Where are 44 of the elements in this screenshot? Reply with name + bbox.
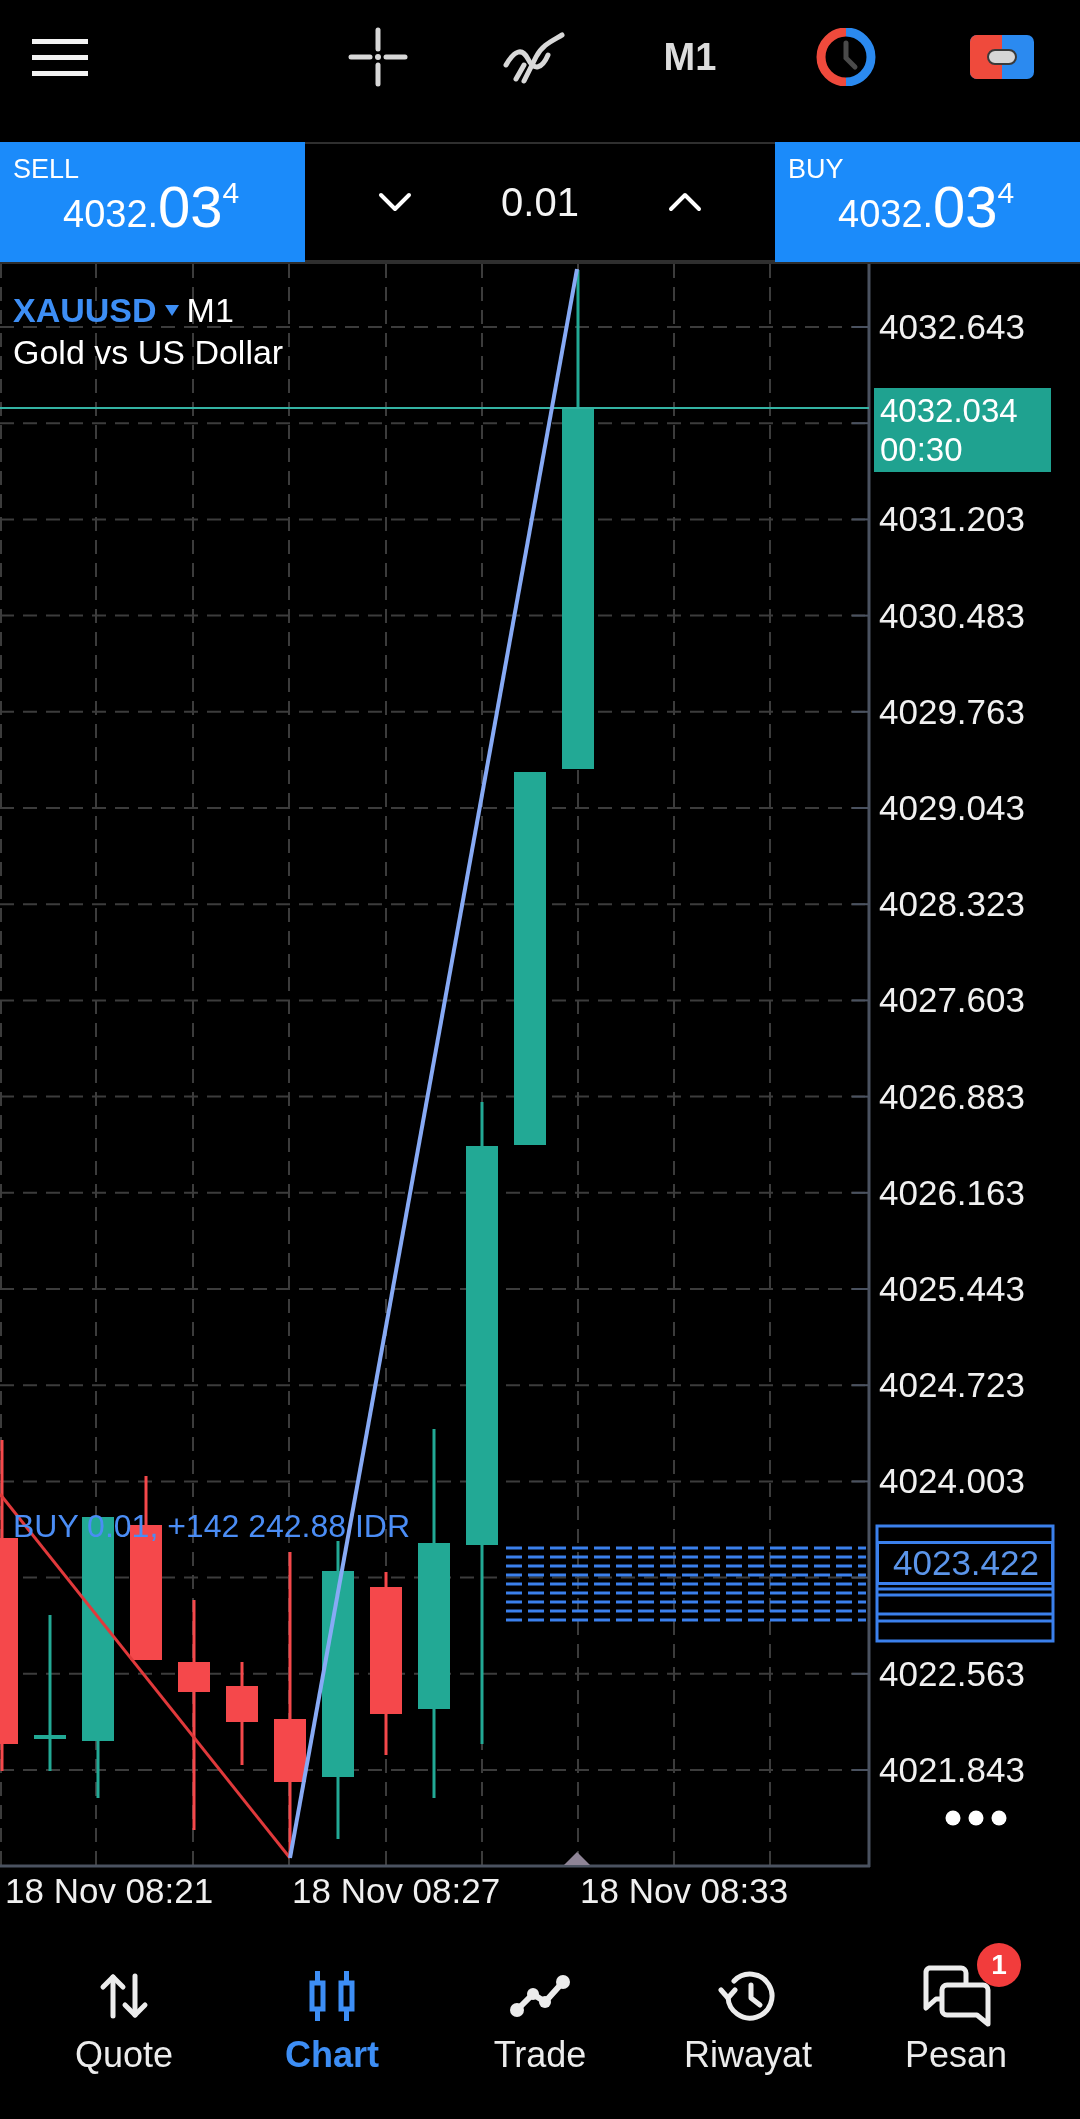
line-chart-icon: [509, 1974, 571, 2018]
price-label: 4027.603: [879, 979, 1025, 1022]
price-label: 4026.883: [879, 1075, 1025, 1118]
price-label: 4024.723: [879, 1364, 1025, 1407]
time-label: 18 Nov 08:27: [292, 1870, 501, 1912]
nav-tab[interactable]: Trade: [436, 1940, 644, 2119]
history-icon: [718, 1969, 778, 2023]
timeframe-button[interactable]: M1: [663, 35, 717, 79]
price-label: 4029.043: [879, 787, 1025, 829]
nav-tab[interactable]: Quote: [20, 1940, 228, 2119]
price-label: 4026.163: [879, 1171, 1025, 1214]
price-label: 4031.203: [879, 498, 1025, 541]
caret-icon[interactable]: [164, 304, 179, 316]
menu-icon[interactable]: [32, 38, 88, 76]
switch-icon[interactable]: [970, 35, 1034, 79]
price-label: 4032.643: [879, 306, 1025, 348]
timeframe-label: M1: [186, 290, 234, 331]
volume-field[interactable]: 0.01: [501, 178, 579, 226]
price-label: 4029.763: [879, 690, 1025, 733]
price-label: 4028.323: [879, 883, 1025, 926]
more-icon[interactable]: [945, 1810, 1007, 1826]
time-label: 18 Nov 08:33: [580, 1870, 789, 1912]
time-label: 18 Nov 08:21: [5, 1870, 214, 1912]
clock-icon[interactable]: [815, 28, 877, 86]
nav-tab[interactable]: Pesan 1: [852, 1940, 1060, 2119]
symbol-name[interactable]: XAUUSD: [13, 289, 157, 331]
notification-badge: 1: [977, 1943, 1021, 1987]
price-label: 4030.483: [879, 594, 1025, 637]
nav-tab[interactable]: Chart: [228, 1940, 436, 2119]
symbol-description: Gold vs US Dollar: [13, 332, 284, 373]
price-label: 4022.563: [879, 1652, 1025, 1695]
nav-tab[interactable]: Riwayat: [644, 1940, 852, 2119]
bar-countdown: 00:30: [880, 430, 964, 469]
price-label: 4025.443: [879, 1268, 1025, 1310]
current-price: 4032.034: [880, 391, 1019, 430]
swap-arrows-icon: [99, 1973, 149, 2019]
curve-icon[interactable]: [502, 29, 566, 85]
crosshair-icon[interactable]: [348, 27, 408, 87]
price-label: 4024.003: [879, 1460, 1025, 1503]
chevron-up-icon: [668, 192, 702, 212]
triangle-marker-icon[interactable]: [564, 1852, 590, 1865]
chevron-down-icon: [378, 192, 412, 212]
order-price-tag: 4023.422: [876, 1541, 1054, 1585]
price-label: 4021.843: [879, 1749, 1025, 1791]
